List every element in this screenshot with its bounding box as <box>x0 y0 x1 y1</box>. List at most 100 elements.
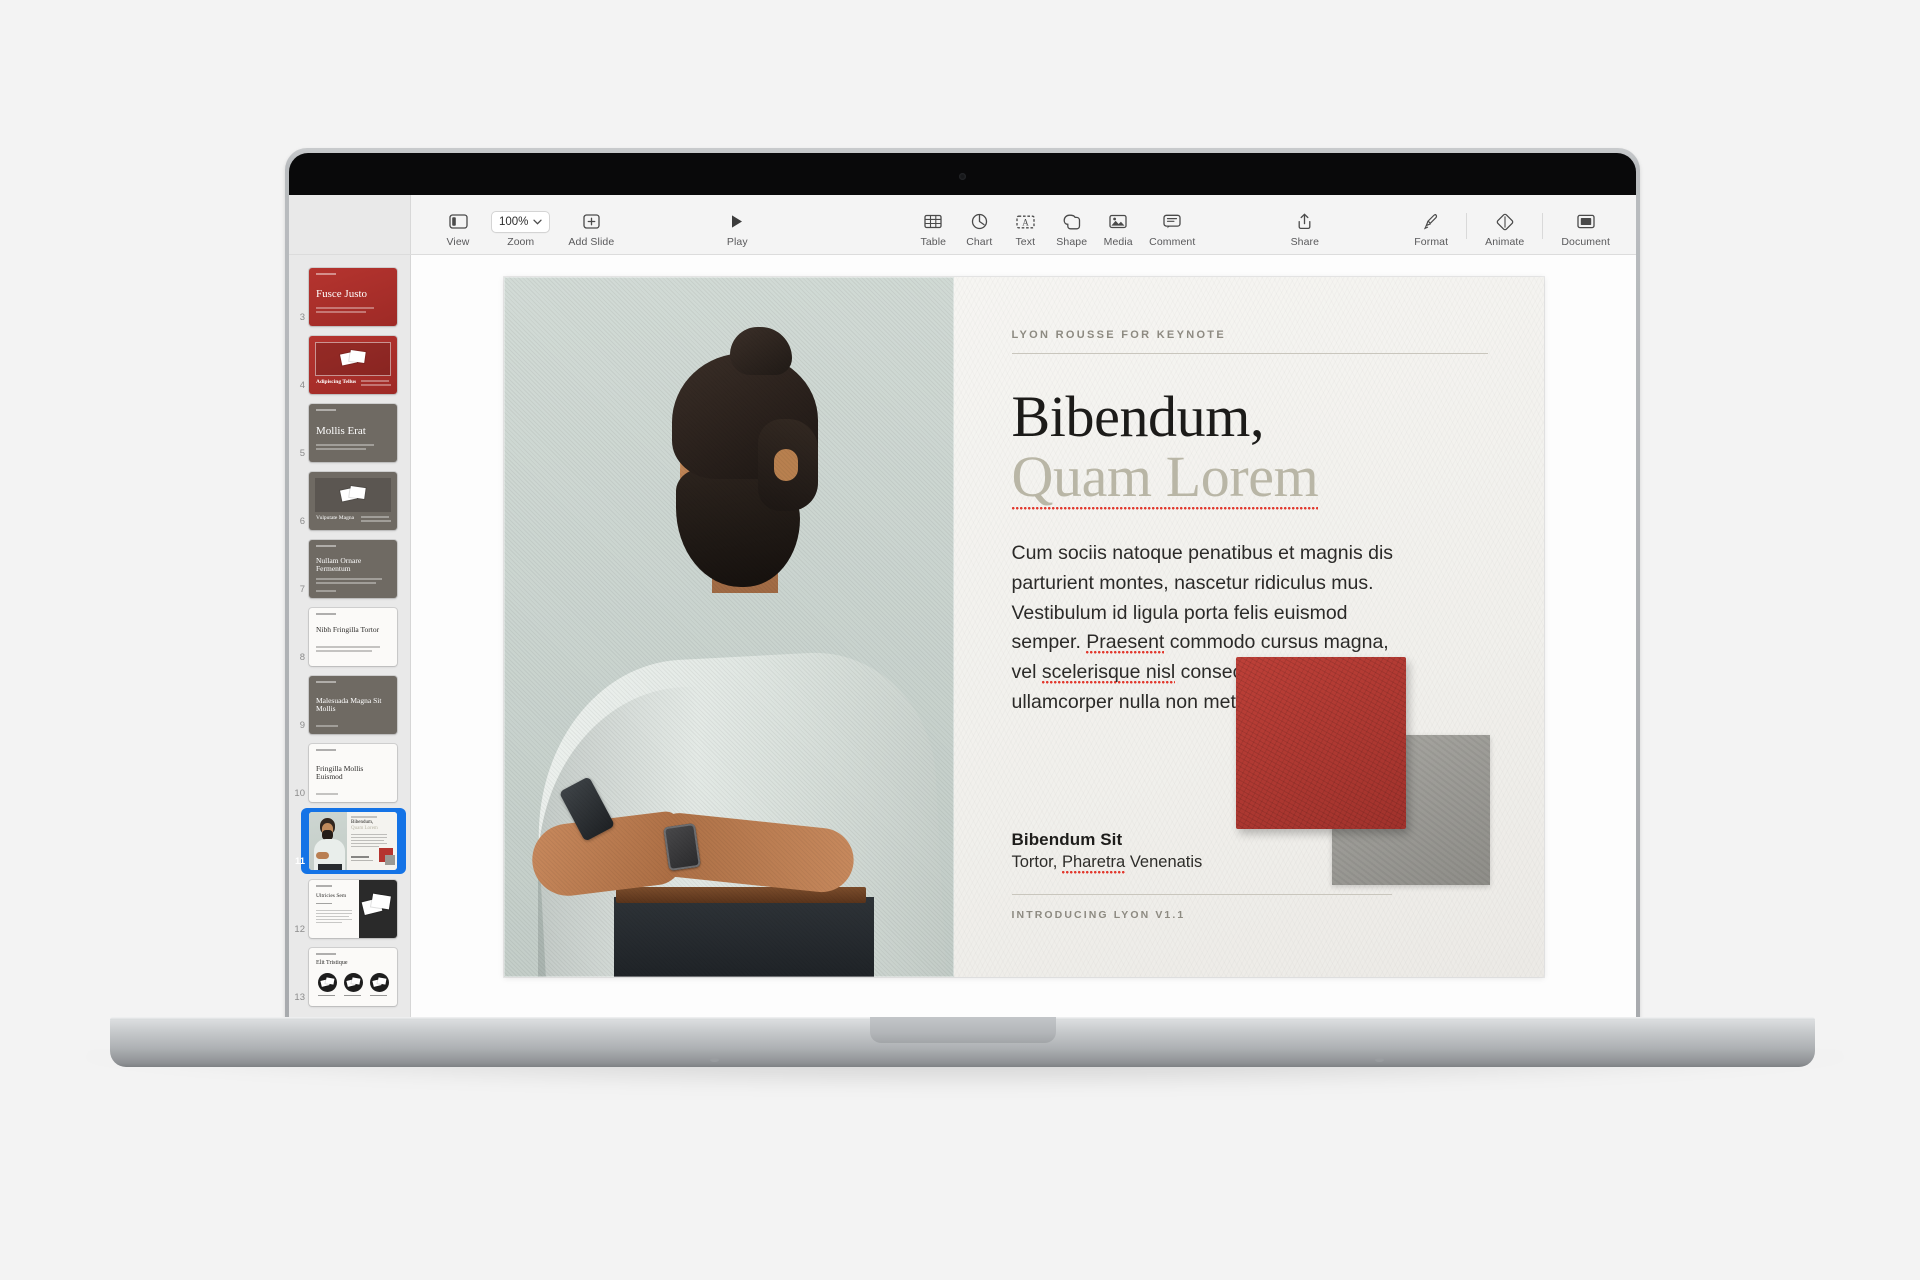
slide-thumbnail-10[interactable]: 10 Fringilla Mollis Euismod <box>289 739 410 807</box>
slide-number: 10 <box>294 788 305 799</box>
thumb-eyebrow <box>316 749 336 751</box>
thumb-sub-2 <box>316 311 366 313</box>
document-button[interactable]: Document <box>1553 209 1618 248</box>
chart-icon <box>971 211 988 233</box>
view-label: View <box>446 235 470 248</box>
current-slide[interactable]: LYON ROUSSE FOR KEYNOTE Bibendum, Quam L… <box>503 277 1544 977</box>
inspector-group: Format Animate Document <box>1406 209 1618 248</box>
thumb-sub-1 <box>316 307 374 309</box>
slide-thumb[interactable]: Fringilla Mollis Euismod <box>309 744 397 802</box>
slide-thumbnail-9[interactable]: 9 Malesuada Magna Sit Mollis <box>289 671 410 739</box>
slide-thumbnail-11-selected[interactable]: 11 Bibendum, Quam Lorem <box>289 807 410 875</box>
media-button[interactable]: Media <box>1095 209 1141 248</box>
slide-canvas[interactable]: LYON ROUSSE FOR KEYNOTE Bibendum, Quam L… <box>411 255 1636 1018</box>
slide-thumb[interactable]: Mollis Erat <box>309 404 397 462</box>
footer-title: Bibendum Sit <box>1011 830 1123 849</box>
text-label: Text <box>1015 235 1036 248</box>
slide-thumbnail-7[interactable]: 7 Nullam Ornare Fermentum <box>289 535 410 603</box>
table-label: Table <box>920 235 947 248</box>
comment-button[interactable]: Comment <box>1141 209 1203 248</box>
slide-thumb[interactable]: Vulputate Magna <box>309 472 397 530</box>
slide-navigator[interactable]: 3 Fusce Justo 4 Adipiscing Tellus 5 Moll… <box>289 255 411 1018</box>
zoom-control[interactable]: 100% Zoom <box>481 209 560 248</box>
laptop-foot-left <box>710 1058 719 1062</box>
slide-eyebrow: LYON ROUSSE FOR KEYNOTE <box>1011 329 1226 341</box>
slide-number: 5 <box>299 448 305 459</box>
thumb-text: Bibendum, Quam Lorem <box>347 812 397 870</box>
thumb-sub-1 <box>316 578 382 580</box>
thumb-eyebrow <box>316 681 336 683</box>
slide-number: 8 <box>299 652 305 663</box>
thumb-eyebrow <box>316 273 336 275</box>
thumb-title: Bibendum, <box>351 820 374 825</box>
thumb-title: Fringilla Mollis Euismod <box>316 764 364 782</box>
footer-subtitle: Tortor, Pharetra Venenatis <box>1012 853 1452 875</box>
slide-thumbnail-5[interactable]: 5 Mollis Erat <box>289 399 410 467</box>
red-leather-swatch[interactable] <box>1235 657 1406 829</box>
thumb-sub-2 <box>316 582 376 584</box>
slide-number: 7 <box>299 584 305 595</box>
slide-thumbnail-6[interactable]: 6 Vulputate Magna <box>289 467 410 535</box>
shape-icon <box>1063 211 1081 233</box>
slide-thumb[interactable]: Malesuada Magna Sit Mollis <box>309 676 397 734</box>
slide-number: 4 <box>299 380 305 391</box>
footer-sub-post: Venenatis <box>1125 853 1203 871</box>
slide-thumb[interactable]: Adipiscing Tellus <box>309 336 397 394</box>
slide-thumbnail-12[interactable]: 12 Ultricies Sem <box>289 875 410 943</box>
insert-group: Table Chart A Text Shape Media Comment <box>910 209 1203 248</box>
slide-thumb[interactable]: Elit Tristique <box>309 948 397 1006</box>
slide-thumb[interactable]: Ultricies Sem <box>309 880 397 938</box>
slide-thumbnail-13[interactable]: 13 Elit Tristique <box>289 943 410 1011</box>
thumb-title: Elit Tristique <box>316 960 348 966</box>
slide-thumbnail-4[interactable]: 4 Adipiscing Tellus <box>289 331 410 399</box>
share-button[interactable]: Share <box>1282 209 1328 248</box>
thumb-sub-2 <box>361 384 391 386</box>
slide-title-line2: Quam Lorem <box>1011 446 1319 512</box>
thumb-sub-2 <box>316 448 366 450</box>
thumb-title: Adipiscing Tellus <box>316 379 357 385</box>
media-icon <box>1109 211 1127 233</box>
zoom-value: 100% <box>499 215 529 228</box>
view-icon <box>448 211 468 233</box>
slide-thumb[interactable]: Fusce Justo <box>309 268 397 326</box>
slide-photo[interactable] <box>503 277 954 977</box>
thumb-sub-1 <box>361 380 389 382</box>
slide-text-pane[interactable]: LYON ROUSSE FOR KEYNOTE Bibendum, Quam L… <box>954 277 1544 977</box>
animate-button[interactable]: Animate <box>1477 209 1532 248</box>
format-button[interactable]: Format <box>1406 209 1456 248</box>
slide-number: 6 <box>299 516 305 527</box>
slide-thumbnail-3[interactable]: 3 Fusce Justo <box>289 263 410 331</box>
table-button[interactable]: Table <box>910 209 956 248</box>
thumb-sub-2 <box>316 650 372 652</box>
shape-button[interactable]: Shape <box>1048 209 1095 248</box>
slide-thumbnail-8[interactable]: 8 Nibh Fringilla Tortor <box>289 603 410 671</box>
svg-text:A: A <box>1022 217 1029 227</box>
chart-button[interactable]: Chart <box>956 209 1002 248</box>
footer-divider <box>1011 894 1392 895</box>
format-label: Format <box>1414 235 1449 248</box>
comment-label: Comment <box>1149 235 1196 248</box>
slide-thumb[interactable]: Bibendum, Quam Lorem <box>309 812 397 870</box>
text-button[interactable]: A Text <box>1002 209 1048 248</box>
share-label: Share <box>1290 235 1320 248</box>
thumb-photo <box>309 812 347 870</box>
add-slide-button[interactable]: Add Slide <box>560 209 622 248</box>
eyebrow-divider <box>1011 353 1488 354</box>
format-brush-icon <box>1423 211 1440 233</box>
screen-bezel: View 100% Zoom Add Slide Play Table Char… <box>289 153 1636 1018</box>
slide-number: 3 <box>299 312 305 323</box>
footer-misspelled: Pharetra <box>1061 853 1126 875</box>
zoom-select[interactable]: 100% <box>491 210 551 233</box>
table-icon <box>924 211 942 233</box>
view-button[interactable]: View <box>435 209 481 248</box>
thumb-title: Ultricies Sem <box>316 893 347 899</box>
keynote-app-window: View 100% Zoom Add Slide Play Table Char… <box>289 195 1636 1018</box>
slide-title-line1: Bibendum, <box>1011 384 1265 449</box>
webcam-icon <box>959 173 966 180</box>
slide-thumb[interactable]: Nibh Fringilla Tortor <box>309 608 397 666</box>
slide-thumb[interactable]: Nullam Ornare Fermentum <box>309 540 397 598</box>
play-button[interactable]: Play <box>714 209 760 248</box>
thumb-sub-1 <box>316 725 338 727</box>
body-misspelled-2: scelerisque nisl <box>1041 660 1176 685</box>
thumb-cards-icon <box>340 350 367 367</box>
